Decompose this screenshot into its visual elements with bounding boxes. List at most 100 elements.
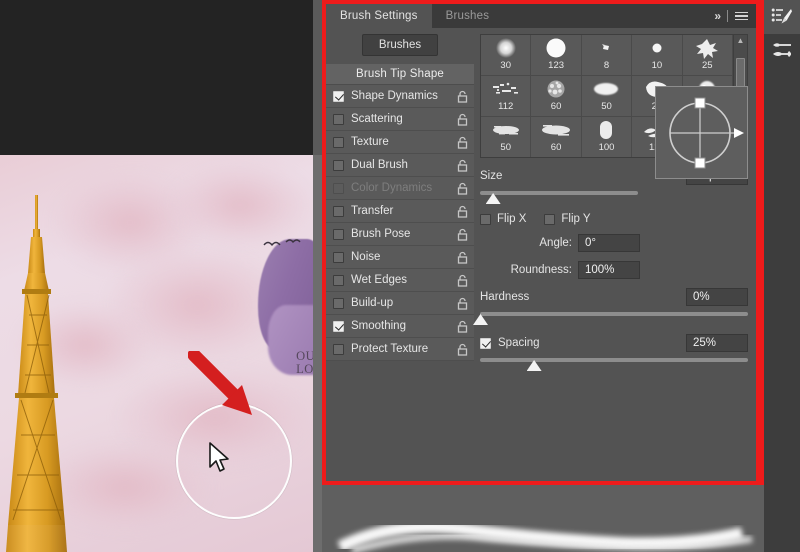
panel-dock-strip[interactable] <box>764 0 800 552</box>
angle-roundness-block: Angle: 0° Roundness: 100% <box>480 234 640 279</box>
brush-preset-size: 25 <box>702 61 713 71</box>
brush-option-checkbox[interactable] <box>333 344 344 355</box>
brush-preset-cell[interactable]: 50 <box>582 76 632 117</box>
brush-preset-thumbnail <box>582 117 631 143</box>
hamburger-menu-icon[interactable] <box>735 12 748 21</box>
photoshop-canvas[interactable]: OUR LOG <box>0 0 322 552</box>
brush-preset-size: 10 <box>652 61 663 71</box>
brush-thumbnail-smudge-blob <box>589 77 623 101</box>
brush-preset-cell[interactable]: 30 <box>481 35 531 76</box>
brush-tip-shape-header[interactable]: Brush Tip Shape <box>326 64 474 85</box>
brushes-dock-icon[interactable] <box>764 34 800 68</box>
roundness-value-field[interactable]: 100% <box>578 261 640 279</box>
collapse-panel-icon[interactable]: » <box>714 10 720 22</box>
brush-option-label: Build-up <box>351 297 457 309</box>
brush-option-checkbox[interactable] <box>333 206 344 217</box>
brush-option-checkbox[interactable] <box>333 137 344 148</box>
unlock-icon[interactable] <box>457 90 468 103</box>
tab-brushes-label: Brushes <box>446 10 490 22</box>
brush-option-checkbox[interactable] <box>333 321 344 332</box>
brush-preset-cell[interactable]: 112 <box>481 76 531 117</box>
brush-preset-cell[interactable]: 123 <box>531 35 581 76</box>
brush-settings-panel-highlight: Brush Settings Brushes » <box>322 0 760 485</box>
brush-settings-panel[interactable]: Brush Settings Brushes » <box>326 4 756 481</box>
hardness-slider[interactable] <box>480 310 748 324</box>
brush-option-transfer[interactable]: Transfer <box>326 200 474 223</box>
unlock-icon[interactable] <box>457 251 468 264</box>
spacing-value-field[interactable]: 25% <box>686 334 748 352</box>
brush-settings-dock-icon[interactable] <box>764 0 800 34</box>
eiffel-tower-graphic <box>5 195 69 552</box>
brush-preset-thumbnail <box>531 117 580 143</box>
brush-preset-cell[interactable]: 60 <box>531 76 581 117</box>
brush-option-build-up[interactable]: Build-up <box>326 292 474 315</box>
brush-preset-cell[interactable]: 10 <box>632 35 682 76</box>
brush-preset-cell[interactable]: 25 <box>683 35 733 76</box>
angle-value-field[interactable]: 0° <box>578 234 640 252</box>
scroll-up-icon[interactable]: ▲ <box>737 37 745 45</box>
brush-option-smoothing[interactable]: Smoothing <box>326 315 474 338</box>
brushes-icon-glyph <box>770 40 794 62</box>
unlock-icon[interactable] <box>457 228 468 241</box>
dock-empty-area <box>764 68 800 552</box>
brush-option-texture[interactable]: Texture <box>326 131 474 154</box>
angle-roundness-preview[interactable] <box>655 86 748 179</box>
brush-preset-cell[interactable]: 50 <box>481 117 531 158</box>
brush-option-scattering[interactable]: Scattering <box>326 108 474 131</box>
flip-x-checkbox[interactable] <box>480 214 491 225</box>
flip-x-label: Flip X <box>497 213 526 225</box>
mouse-pointer-icon <box>207 441 231 475</box>
unlock-icon[interactable] <box>457 274 468 287</box>
flip-x-option[interactable]: Flip X <box>480 213 526 225</box>
brush-option-protect-texture[interactable]: Protect Texture <box>326 338 474 361</box>
hardness-row: Hardness 0% <box>480 288 748 306</box>
brush-thumbnail-scatter-flecks <box>489 77 523 101</box>
unlock-icon[interactable] <box>457 297 468 310</box>
brush-preset-cell[interactable]: 60 <box>531 117 581 158</box>
tab-brush-settings[interactable]: Brush Settings <box>326 4 432 28</box>
brush-options-column: Brushes Brush Tip Shape Shape Dynamics S… <box>326 28 474 481</box>
brush-option-shape-dynamics[interactable]: Shape Dynamics <box>326 85 474 108</box>
brush-option-items: Shape Dynamics Scattering Texture Dual B… <box>326 85 474 361</box>
brush-option-checkbox[interactable] <box>333 252 344 263</box>
unlock-icon[interactable] <box>457 182 468 195</box>
hardness-value-field[interactable]: 0% <box>686 288 748 306</box>
spacing-checkbox[interactable] <box>480 338 491 349</box>
unlock-icon[interactable] <box>457 205 468 218</box>
angle-roundness-preview-graphic[interactable] <box>656 87 749 180</box>
brush-option-checkbox[interactable] <box>333 160 344 171</box>
flip-y-checkbox[interactable] <box>544 214 555 225</box>
unlock-icon[interactable] <box>457 113 468 126</box>
brush-option-checkbox[interactable] <box>333 114 344 125</box>
brush-preset-thumbnail <box>531 76 580 102</box>
spacing-slider[interactable] <box>480 356 748 370</box>
brush-option-checkbox[interactable] <box>333 229 344 240</box>
brush-option-checkbox[interactable] <box>333 91 344 102</box>
size-slider[interactable] <box>480 189 638 203</box>
brush-preset-cell[interactable]: 8 <box>582 35 632 76</box>
spacing-label: Spacing <box>498 337 686 349</box>
unlock-icon[interactable] <box>457 320 468 333</box>
brush-option-brush-pose[interactable]: Brush Pose <box>326 223 474 246</box>
brush-preset-cell[interactable]: 100 <box>582 117 632 158</box>
brushes-button-wrap: Brushes <box>326 28 474 64</box>
unlock-icon[interactable] <box>457 343 468 356</box>
brush-preset-size: 123 <box>548 61 564 71</box>
brushes-button[interactable]: Brushes <box>362 34 438 56</box>
unlock-icon[interactable] <box>457 136 468 149</box>
brush-option-label: Wet Edges <box>351 274 457 286</box>
tab-brushes[interactable]: Brushes <box>432 4 504 28</box>
unlock-icon[interactable] <box>457 159 468 172</box>
red-arrow-annotation-icon <box>188 351 270 433</box>
artwork-image[interactable]: OUR LOG <box>0 155 322 552</box>
brush-option-dual-brush[interactable]: Dual Brush <box>326 154 474 177</box>
panel-tab-bar[interactable]: Brush Settings Brushes » <box>326 4 756 28</box>
screenshot-root: OUR LOG <box>0 0 800 552</box>
flip-y-option[interactable]: Flip Y <box>544 213 590 225</box>
brush-option-wet-edges[interactable]: Wet Edges <box>326 269 474 292</box>
tab-brush-settings-label: Brush Settings <box>340 10 418 22</box>
brush-option-noise[interactable]: Noise <box>326 246 474 269</box>
brush-option-checkbox[interactable] <box>333 298 344 309</box>
brush-option-color-dynamics: Color Dynamics <box>326 177 474 200</box>
brush-option-checkbox[interactable] <box>333 275 344 286</box>
